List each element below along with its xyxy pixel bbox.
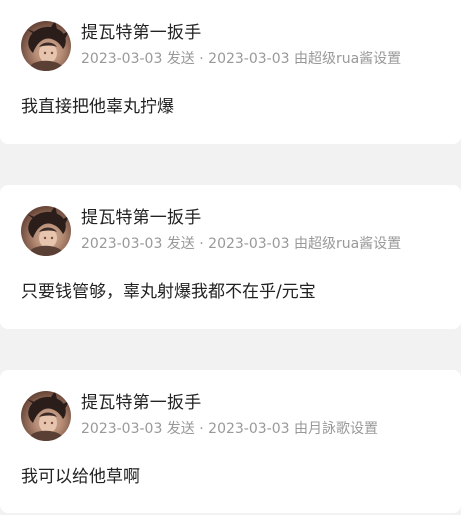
comment-text: 只要钱管够，辜丸射爆我都不在乎/元宝	[21, 282, 316, 302]
user-avatar[interactable]	[21, 206, 71, 256]
author-name[interactable]: 提瓦特第一扳手	[81, 203, 201, 228]
author-name[interactable]: 提瓦特第一扳手	[81, 18, 201, 43]
comment-meta: 2023-03-03 发送 · 2023-03-03 由超级rua酱设置	[81, 51, 402, 67]
author-name[interactable]: 提瓦特第一扳手	[81, 388, 201, 413]
comment-card: 提瓦特第一扳手 2023-03-03 发送 · 2023-03-03 由超级ru…	[0, 0, 461, 144]
avatar-image-icon	[27, 21, 69, 71]
avatar-image-icon	[27, 391, 69, 441]
comment-text: 我可以给他草啊	[21, 467, 140, 487]
user-avatar[interactable]	[21, 391, 71, 441]
avatar-image-icon	[27, 206, 69, 256]
comment-text: 我直接把他辜丸拧爆	[21, 97, 174, 117]
user-avatar[interactable]	[21, 21, 71, 71]
comment-feed: 提瓦特第一扳手 2023-03-03 发送 · 2023-03-03 由超级ru…	[0, 0, 461, 515]
comment-card: 提瓦特第一扳手 2023-03-03 发送 · 2023-03-03 由超级ru…	[0, 185, 461, 329]
comment-meta: 2023-03-03 发送 · 2023-03-03 由月詠歌设置	[81, 421, 378, 437]
comment-meta: 2023-03-03 发送 · 2023-03-03 由超级rua酱设置	[81, 236, 402, 252]
comment-card: 提瓦特第一扳手 2023-03-03 发送 · 2023-03-03 由月詠歌设…	[0, 370, 461, 513]
